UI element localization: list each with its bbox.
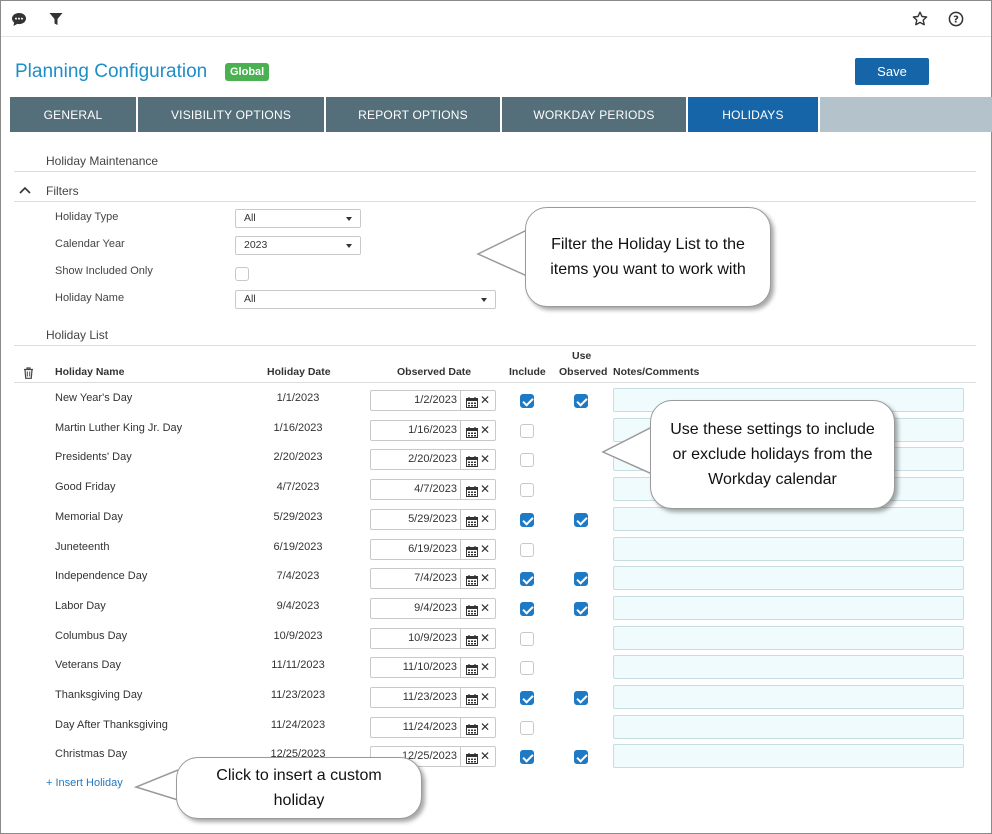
callout-insert: Click to insert a custom holiday bbox=[176, 757, 422, 819]
callout-settings: Use these settings to include or exclude… bbox=[650, 400, 895, 509]
callout-filter: Filter the Holiday List to the items you… bbox=[525, 207, 771, 307]
